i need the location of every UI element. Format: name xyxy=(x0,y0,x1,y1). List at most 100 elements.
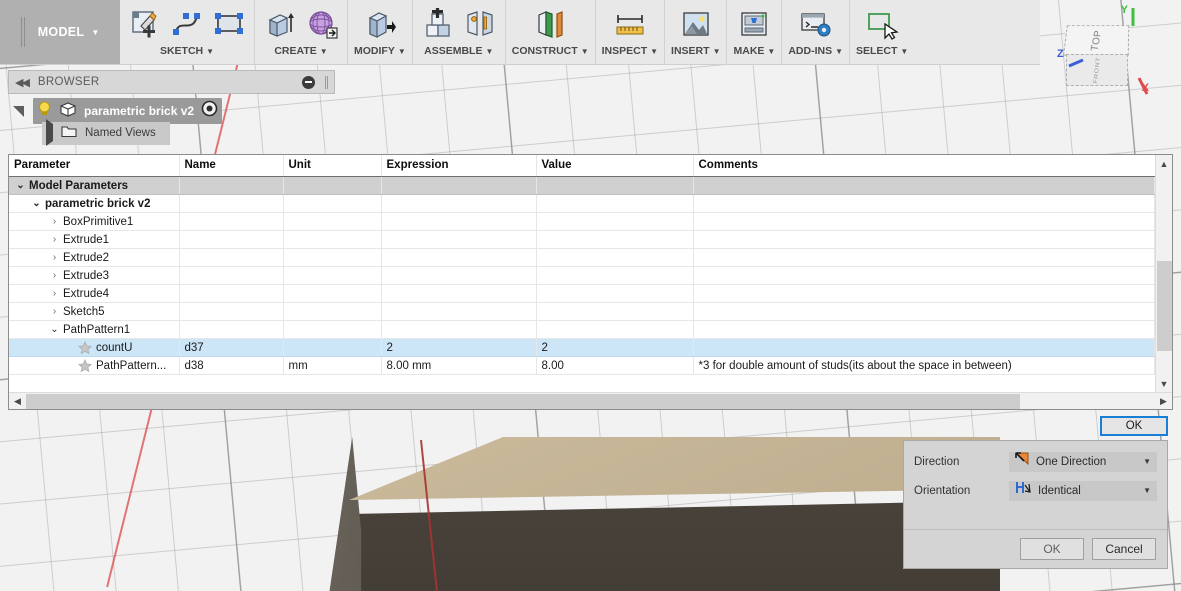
chevron-down-icon[interactable]: ▼ xyxy=(900,47,908,56)
cell-unit[interactable] xyxy=(282,320,382,339)
chevron-right-icon[interactable]: ▶ xyxy=(1155,393,1172,410)
triangle-open-icon[interactable] xyxy=(8,105,28,117)
browser-resize-handle[interactable] xyxy=(325,75,328,89)
cell-value[interactable] xyxy=(535,176,694,195)
chevron-left-icon[interactable]: ◀ xyxy=(9,393,26,410)
measure-icon[interactable] xyxy=(611,5,649,43)
cell-expression[interactable] xyxy=(380,320,537,339)
chevron-down-icon[interactable]: ▼ xyxy=(91,28,99,37)
minus-circle-icon[interactable] xyxy=(302,75,315,89)
column-header-parameter[interactable]: Parameter xyxy=(9,155,179,177)
cell-name[interactable] xyxy=(178,302,284,321)
cell-comments[interactable] xyxy=(692,284,1155,303)
cell-expression[interactable] xyxy=(380,266,537,285)
cell-parameter[interactable]: ⌄ PathPattern1 xyxy=(9,320,180,339)
chevron-down-icon[interactable]: ▼ xyxy=(398,47,406,56)
cell-comments[interactable] xyxy=(692,248,1155,267)
cell-value[interactable] xyxy=(535,194,694,213)
press-pull-icon[interactable] xyxy=(361,5,399,43)
cell-parameter[interactable]: › Extrude3 xyxy=(9,266,180,285)
table-row[interactable]: countU d37 2 2 xyxy=(9,338,1155,357)
table-row[interactable]: › Extrude4 xyxy=(9,284,1155,303)
toolbar-group-title[interactable]: CREATE ▼ xyxy=(274,45,327,57)
pattern-orientation-select[interactable]: Identical ▼ xyxy=(1009,480,1157,501)
chevron-down-icon[interactable]: ▼ xyxy=(206,47,214,56)
cell-value[interactable] xyxy=(535,284,694,303)
triangle-right-icon[interactable] xyxy=(46,119,53,146)
cell-parameter[interactable]: ⌄ parametric brick v2 xyxy=(9,194,180,213)
cell-name[interactable] xyxy=(178,284,284,303)
scripts-addins-icon[interactable] xyxy=(797,5,835,43)
toolbar-group-title[interactable]: MAKE ▼ xyxy=(733,45,775,57)
chevron-right-icon[interactable]: › xyxy=(50,234,59,245)
cell-parameter[interactable]: › Extrude1 xyxy=(9,230,180,249)
cell-value[interactable] xyxy=(535,230,694,249)
toolbar-group-title[interactable]: ASSEMBLE ▼ xyxy=(424,45,493,57)
cell-comments[interactable] xyxy=(692,212,1155,231)
browser-panel-header[interactable]: ◀◀ BROWSER xyxy=(8,70,335,94)
chevron-down-icon[interactable]: ⌄ xyxy=(16,180,25,191)
chevron-right-icon[interactable]: › xyxy=(50,252,59,263)
cell-expression[interactable] xyxy=(380,302,537,321)
cell-unit[interactable] xyxy=(282,338,382,357)
cell-value[interactable] xyxy=(535,212,694,231)
cell-parameter[interactable]: PathPattern... xyxy=(9,356,180,375)
cell-expression[interactable]: 2 xyxy=(380,338,537,357)
cell-expression[interactable] xyxy=(380,248,537,267)
toolbar-group-title[interactable]: SKETCH ▼ xyxy=(160,45,214,57)
cell-expression[interactable]: 8.00 mm xyxy=(380,356,537,375)
workspace-model-tab[interactable]: MODEL ▼ xyxy=(0,0,120,64)
cell-expression[interactable] xyxy=(380,230,537,249)
view-cube-body[interactable]: TOP FRONT xyxy=(1062,24,1130,86)
pattern-direction-select[interactable]: One Direction ▼ xyxy=(1009,451,1157,472)
cell-comments[interactable] xyxy=(692,338,1155,357)
cell-comments[interactable] xyxy=(692,194,1155,213)
cell-unit[interactable]: mm xyxy=(282,356,382,375)
pattern-ok-button[interactable]: OK xyxy=(1020,538,1084,560)
table-row[interactable]: › Sketch5 xyxy=(9,302,1155,321)
view-cube-top-face[interactable]: TOP xyxy=(1062,25,1130,56)
cell-name[interactable] xyxy=(178,194,284,213)
chevron-right-icon[interactable]: › xyxy=(50,216,59,227)
column-header-name[interactable]: Name xyxy=(178,155,283,177)
view-cube[interactable]: TOP FRONT X Y Z xyxy=(1037,4,1165,116)
parameters-table-scroll[interactable]: Parameter Name Unit Expression Value Com… xyxy=(9,155,1155,392)
chevron-down-icon[interactable]: ▼ xyxy=(1156,375,1173,392)
cell-value[interactable]: 2 xyxy=(535,338,694,357)
cell-value[interactable] xyxy=(535,248,694,267)
column-header-value[interactable]: Value xyxy=(535,155,693,177)
chevron-right-icon[interactable]: › xyxy=(50,270,59,281)
cell-comments[interactable] xyxy=(692,176,1155,195)
chevron-down-icon[interactable]: ▼ xyxy=(485,47,493,56)
cell-unit[interactable] xyxy=(282,284,382,303)
cell-expression[interactable] xyxy=(380,212,537,231)
column-header-comments[interactable]: Comments xyxy=(692,155,1155,177)
cell-name[interactable] xyxy=(178,176,284,195)
browser-named-views-item[interactable]: Named Views xyxy=(42,119,170,146)
offset-plane-icon[interactable] xyxy=(531,5,569,43)
cell-comments[interactable]: *3 for double amount of studs(its about … xyxy=(692,356,1155,375)
cell-value[interactable] xyxy=(535,302,694,321)
table-row[interactable]: › Extrude2 xyxy=(9,248,1155,267)
3d-print-icon[interactable] xyxy=(735,5,773,43)
cell-comments[interactable] xyxy=(692,320,1155,339)
chevron-down-icon[interactable]: ⌄ xyxy=(32,198,41,209)
chevron-right-icon[interactable]: › xyxy=(50,288,59,299)
parameters-horizontal-scrollbar[interactable]: ◀ ▶ xyxy=(9,392,1172,409)
cell-parameter[interactable]: countU xyxy=(9,338,180,357)
hscroll-track[interactable] xyxy=(26,393,1155,410)
favorite-star-icon[interactable] xyxy=(78,340,92,355)
create-sketch-icon[interactable] xyxy=(126,5,164,43)
cell-parameter[interactable]: › Sketch5 xyxy=(9,302,180,321)
target-circle-icon[interactable] xyxy=(201,100,218,122)
spline-icon[interactable] xyxy=(168,5,206,43)
cell-comments[interactable] xyxy=(692,230,1155,249)
joint-icon[interactable] xyxy=(461,5,499,43)
chevron-down-icon[interactable]: ▼ xyxy=(320,47,328,56)
chevron-right-icon[interactable]: › xyxy=(50,306,59,317)
chevron-down-icon[interactable]: ▼ xyxy=(835,47,843,56)
cell-expression[interactable] xyxy=(380,194,537,213)
chevron-down-icon[interactable]: ⌄ xyxy=(50,324,59,335)
new-component-icon[interactable] xyxy=(419,5,457,43)
cell-unit[interactable] xyxy=(282,212,382,231)
